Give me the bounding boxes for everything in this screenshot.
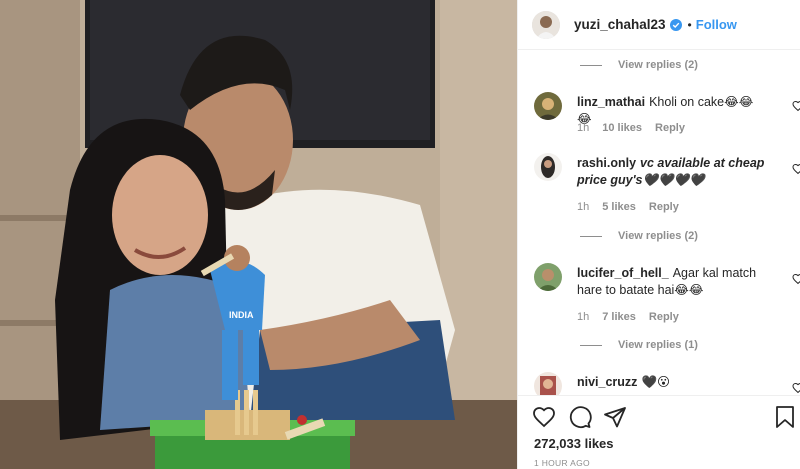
- replies-line: [580, 344, 602, 346]
- author-username[interactable]: yuzi_chahal23: [574, 17, 666, 32]
- view-replies-button[interactable]: View replies (1): [580, 339, 698, 351]
- likes-count[interactable]: 272,033 likes: [534, 436, 614, 451]
- comments-list[interactable]: View replies (2) linz_mathai Kholi on cak…: [518, 51, 800, 395]
- view-replies-label: View replies (2): [618, 59, 698, 71]
- comment-meta: 1h 5 likes Reply: [577, 201, 679, 213]
- commenter-avatar[interactable]: [534, 153, 562, 181]
- jersey-text: INDIA: [229, 310, 254, 320]
- view-replies-button[interactable]: View replies (2): [580, 230, 698, 242]
- comment-icon[interactable]: [568, 405, 592, 429]
- comment-heart-icon[interactable]: [792, 273, 800, 285]
- comment-body: rashi.only vc available at cheap price gu…: [577, 155, 767, 189]
- post-photo[interactable]: INDIA: [0, 0, 517, 469]
- commenter-username[interactable]: rashi.only: [577, 156, 636, 170]
- comment-age: 1h: [577, 311, 590, 323]
- author-avatar[interactable]: [532, 10, 560, 39]
- view-replies-label: View replies (1): [618, 339, 698, 351]
- follow-button[interactable]: Follow: [696, 17, 737, 32]
- post-header: yuzi_chahal23 • Follow: [518, 0, 800, 50]
- comment-text: 🖤😮: [641, 375, 671, 389]
- view-replies-label: View replies (2): [618, 230, 698, 242]
- comment-meta: 1h 7 likes Reply: [577, 311, 679, 323]
- comment-body: lucifer_of_hell_ Agar kal match hare to b…: [577, 265, 767, 299]
- reply-button[interactable]: Reply: [655, 122, 685, 134]
- bookmark-icon[interactable]: [773, 405, 797, 429]
- replies-line: [580, 235, 602, 237]
- comment-heart-icon[interactable]: [792, 100, 800, 112]
- commenter-avatar[interactable]: [534, 263, 562, 291]
- verified-badge-icon: [669, 18, 682, 31]
- commenter-avatar[interactable]: [534, 92, 562, 120]
- comment-heart-icon[interactable]: [792, 382, 800, 394]
- commenter-avatar[interactable]: [534, 372, 562, 395]
- post-actions: [518, 395, 800, 435]
- commenter-username[interactable]: linz_mathai: [577, 95, 645, 109]
- comment-age: 1h: [577, 201, 590, 213]
- post-sidebar: yuzi_chahal23 • Follow View replies (2) …: [517, 0, 800, 469]
- comment-heart-icon[interactable]: [792, 163, 800, 175]
- comment-likes[interactable]: 10 likes: [602, 122, 642, 134]
- share-icon[interactable]: [603, 405, 627, 429]
- comment-meta: 1h 10 likes Reply: [577, 122, 685, 134]
- replies-line: [580, 64, 602, 66]
- separator-dot: •: [687, 17, 692, 32]
- comment-likes[interactable]: 7 likes: [602, 311, 636, 323]
- heart-icon[interactable]: [532, 405, 556, 429]
- post-image: INDIA: [0, 0, 517, 469]
- reply-button[interactable]: Reply: [649, 311, 679, 323]
- view-replies-button[interactable]: View replies (2): [580, 59, 698, 71]
- comment-age: 1h: [577, 122, 590, 134]
- reply-button[interactable]: Reply: [649, 201, 679, 213]
- commenter-username[interactable]: nivi_cruzz: [577, 375, 637, 389]
- commenter-username[interactable]: lucifer_of_hell_: [577, 266, 669, 280]
- post-timestamp: 1 HOUR AGO: [534, 458, 590, 468]
- comment-likes[interactable]: 5 likes: [602, 201, 636, 213]
- comment-body: nivi_cruzz 🖤😮: [577, 374, 767, 391]
